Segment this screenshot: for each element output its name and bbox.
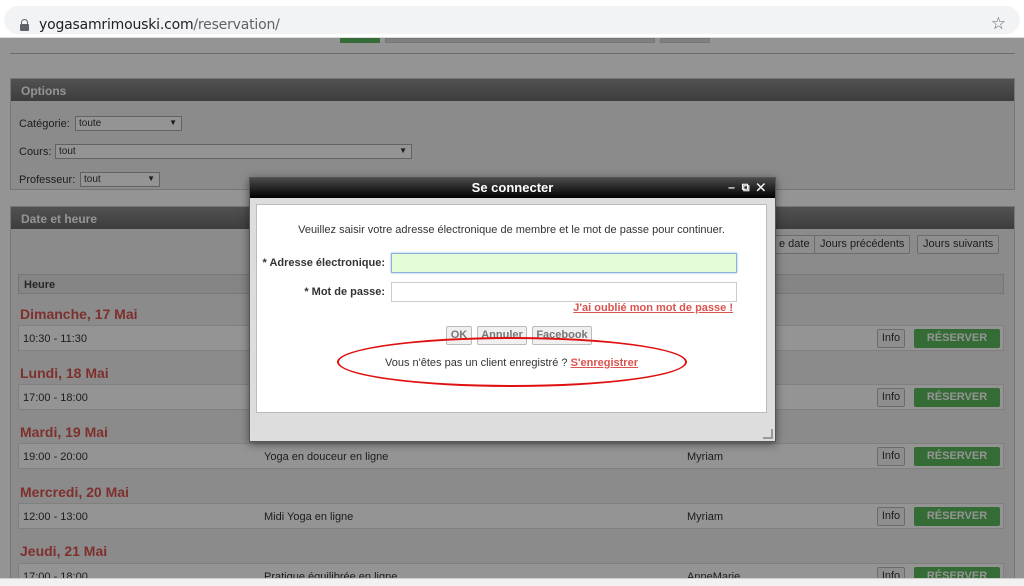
bookmark-star-icon[interactable]: ☆ [991,14,1006,34]
email-field[interactable] [391,253,737,273]
browser-bottom-bar [0,578,1024,586]
lock-icon[interactable] [20,19,29,31]
window-controls-icon[interactable]: ‒ ⧉ ✕ [729,178,767,198]
login-instructions: Veuillez saisir votre adresse électroniq… [298,224,725,236]
url-text[interactable]: yogasamrimouski.com/reservation/ [39,17,280,33]
email-label: * Adresse électronique: [262,257,385,269]
browser-address-bar: yogasamrimouski.com/reservation/ ☆ [0,0,1024,38]
resize-grip-icon[interactable] [763,429,773,439]
login-dialog: Se connecter ‒ ⧉ ✕ Veuillez saisir votre… [249,177,776,442]
dialog-titlebar[interactable]: Se connecter ‒ ⧉ ✕ [250,178,775,198]
url-field[interactable]: yogasamrimouski.com/reservation/ ☆ [4,6,1020,34]
forgot-password-link[interactable]: J'ai oublié mon mot de passe ! [573,302,733,314]
dialog-title: Se connecter [471,180,554,195]
password-label: * Mot de passe: [304,286,385,298]
annotation-ellipse [337,337,687,387]
url-domain: yogasamrimouski.com [39,17,194,33]
url-path: /reservation/ [193,17,280,33]
password-field[interactable] [391,282,737,302]
